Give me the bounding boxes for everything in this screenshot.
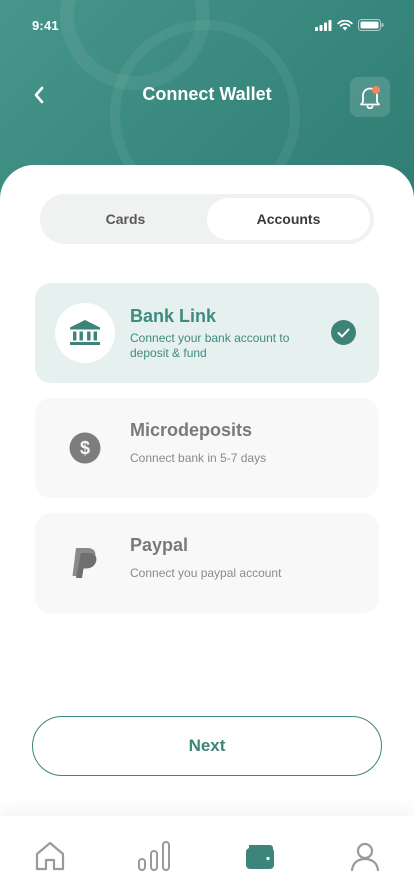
bottom-tab-bar xyxy=(0,816,414,896)
option-icon-container: $ xyxy=(55,418,115,478)
option-paypal[interactable]: Paypal Connect you paypal account xyxy=(35,513,379,613)
tab-statistics[interactable] xyxy=(114,816,194,896)
option-title: Paypal xyxy=(130,535,189,555)
option-icon-container xyxy=(55,533,115,593)
tab-wallet[interactable] xyxy=(220,816,300,896)
option-description: Connect your bank account to deposit & f… xyxy=(130,331,290,360)
battery-icon xyxy=(358,19,384,31)
selected-check-icon xyxy=(331,320,356,345)
cellular-signal-icon xyxy=(315,19,332,31)
segment-cards[interactable]: Cards xyxy=(44,198,207,240)
option-description: Connect you paypal account xyxy=(130,566,282,580)
status-time: 9:41 xyxy=(32,18,59,33)
status-bar: 9:41 xyxy=(0,0,414,50)
notifications-button[interactable] xyxy=(350,77,390,117)
notification-dot xyxy=(372,86,380,94)
profile-icon xyxy=(350,842,380,872)
bar-chart-icon xyxy=(138,841,170,871)
svg-text:$: $ xyxy=(80,438,90,458)
tab-profile[interactable] xyxy=(325,816,405,896)
option-description: Connect bank in 5-7 days xyxy=(130,451,267,465)
paypal-icon xyxy=(72,548,97,578)
next-button[interactable]: Next xyxy=(32,716,382,776)
wallet-icon xyxy=(246,845,274,869)
segment-accounts[interactable]: Accounts xyxy=(207,198,370,240)
option-bank-link[interactable]: Bank Link Connect your bank account to d… xyxy=(35,283,379,383)
bank-icon xyxy=(70,320,100,345)
option-title: Bank Link xyxy=(130,306,217,326)
dollar-coin-icon: $ xyxy=(69,432,101,464)
option-title: Microdeposits xyxy=(130,420,253,440)
tab-home[interactable] xyxy=(10,816,90,896)
home-icon xyxy=(35,841,65,871)
payment-type-segmented-control: Cards Accounts xyxy=(40,194,374,244)
option-microdeposits[interactable]: $ Microdeposits Connect bank in 5-7 days xyxy=(35,398,379,498)
option-icon-container xyxy=(55,303,115,363)
status-icons xyxy=(315,19,384,31)
wifi-icon xyxy=(337,19,353,30)
